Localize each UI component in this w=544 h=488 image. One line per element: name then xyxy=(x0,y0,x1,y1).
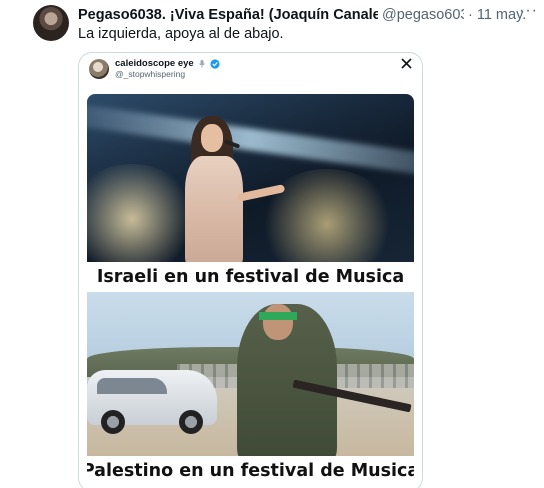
quote-display-name: caleidoscope eye xyxy=(115,58,194,69)
green-headband xyxy=(259,312,297,320)
car-wheel-rear xyxy=(101,410,125,434)
singer-dress xyxy=(185,156,243,262)
car-window xyxy=(97,378,167,394)
singer-face xyxy=(201,124,223,152)
verified-badge-icon xyxy=(210,58,220,69)
x-logo-icon xyxy=(401,58,412,69)
singer-photo xyxy=(87,94,414,262)
soldier-photo xyxy=(87,292,414,456)
stage-smoke-left xyxy=(87,164,197,262)
tweet: Pegaso6038. ¡Viva España! (Joaquín Canal… xyxy=(0,0,544,488)
soldier-head xyxy=(263,304,293,340)
more-options-icon[interactable]: ··· xyxy=(519,2,538,20)
quote-handle: @_stopwhispering xyxy=(115,69,186,79)
stage-smoke-right xyxy=(257,169,397,262)
quote-avatar xyxy=(89,59,109,79)
tweet-text: La izquierda, apoya al de abajo. xyxy=(78,26,284,42)
display-name[interactable]: Pegaso6038. ¡Viva España! (Joaquín Canal… xyxy=(78,7,378,23)
microphone-emoji-icon xyxy=(198,59,205,68)
meme-caption-top: Israeli en un festival de Musica xyxy=(87,262,414,292)
meme-caption-bottom: Palestino en un festival de Musica xyxy=(87,456,414,486)
avatar[interactable] xyxy=(33,5,69,41)
handle[interactable]: @pegaso603 xyxy=(382,7,464,23)
meme-image[interactable]: Israeli en un festival de Musica Palesti… xyxy=(87,94,414,486)
car-wheel-front xyxy=(179,410,203,434)
separator-dot: · xyxy=(468,7,473,23)
quoted-tweet[interactable]: caleidoscope eye @_stopwhispering Israel… xyxy=(78,52,423,488)
tweet-header: Pegaso6038. ¡Viva España! (Joaquín Canal… xyxy=(78,6,540,24)
quote-display-name-row: caleidoscope eye xyxy=(115,58,220,69)
